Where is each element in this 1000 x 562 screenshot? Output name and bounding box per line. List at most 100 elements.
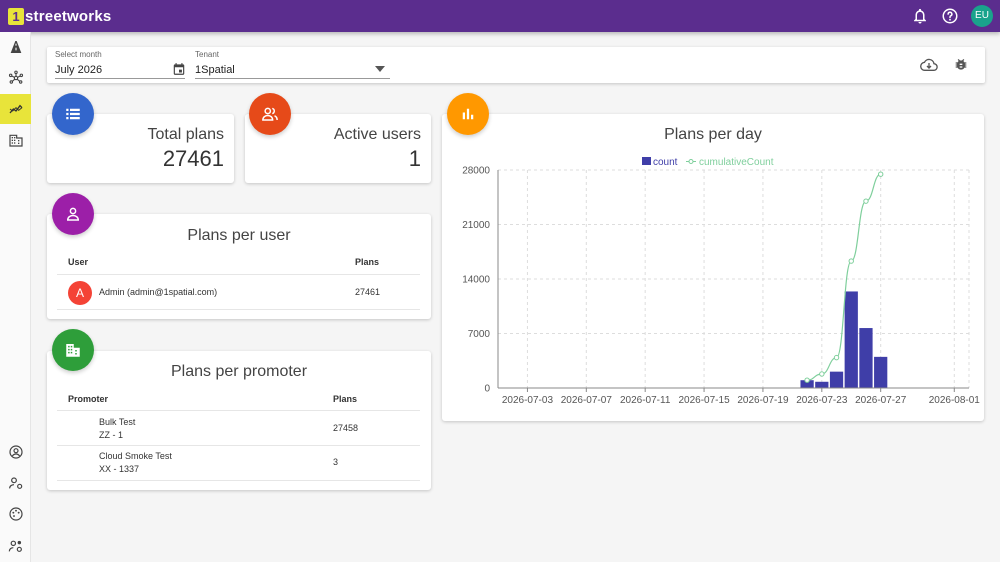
promoter-name: Bulk Test bbox=[99, 417, 136, 427]
promoter-code: ZZ - 1 bbox=[99, 430, 123, 440]
user-name: Admin (admin@1spatial.com) bbox=[99, 287, 218, 297]
promoter-code: XX - 1337 bbox=[99, 464, 140, 474]
sidebar-item-user-settings[interactable] bbox=[0, 468, 31, 498]
plans-column-header[interactable]: Plans bbox=[355, 257, 379, 267]
analytics-icon bbox=[8, 104, 22, 114]
table-row[interactable]: Cloud Smoke Test XX - 1337 3 bbox=[57, 446, 420, 480]
legend-cumulative-marker bbox=[688, 159, 694, 164]
sidebar-item-analytics[interactable] bbox=[0, 94, 31, 124]
top-app-bar: 1 streetworks EU bbox=[0, 0, 1000, 32]
calendar-icon[interactable] bbox=[172, 62, 186, 76]
app-logo[interactable]: 1 streetworks bbox=[8, 6, 111, 26]
plans-per-user-title: Plans per user bbox=[187, 227, 291, 244]
chevron-down-icon[interactable] bbox=[375, 65, 385, 73]
count-bar[interactable] bbox=[874, 356, 888, 388]
x-tick-label: 2026-07-23 bbox=[796, 395, 848, 406]
count-bar[interactable] bbox=[859, 328, 873, 388]
cumulative-point[interactable] bbox=[877, 171, 884, 177]
building-icon bbox=[66, 344, 80, 357]
plans-per-user-card: Plans per user User Plans A Admin (admin… bbox=[47, 214, 431, 319]
list-icon bbox=[66, 108, 80, 120]
promoter-plans-column-header[interactable]: Plans bbox=[333, 394, 357, 404]
help-icon[interactable] bbox=[941, 7, 959, 25]
avatar: A bbox=[68, 281, 92, 305]
count-bar[interactable] bbox=[829, 371, 844, 388]
cumulative-point[interactable] bbox=[863, 198, 869, 204]
total-plans-value: 27461 bbox=[162, 146, 224, 171]
users-icon bbox=[262, 107, 278, 121]
month-underline bbox=[55, 78, 185, 79]
month-label: Select month bbox=[55, 50, 102, 59]
table-row[interactable]: Bulk Test ZZ - 1 27458 bbox=[57, 411, 420, 445]
bell-icon[interactable] bbox=[911, 7, 929, 25]
divider bbox=[57, 309, 420, 310]
building-icon bbox=[8, 134, 23, 147]
promoter-name: Cloud Smoke Test bbox=[99, 451, 172, 461]
sidebar-item-network[interactable] bbox=[0, 63, 31, 93]
plans-per-day-card: Plans per day count cumulativeCount 0 700… bbox=[442, 114, 984, 421]
sidebar bbox=[0, 32, 31, 562]
sidebar-item-account[interactable] bbox=[0, 437, 31, 467]
x-tick-label: 2026-07-19 bbox=[737, 395, 789, 406]
divider bbox=[57, 480, 420, 481]
table-row[interactable]: A Admin (admin@1spatial.com) 27461 bbox=[57, 275, 420, 309]
promoter-plan-count: 3 bbox=[333, 457, 339, 467]
road-icon bbox=[10, 41, 21, 53]
tenant-value[interactable]: 1Spatial bbox=[195, 64, 235, 76]
user-column-header[interactable]: User bbox=[68, 257, 88, 267]
y-tick-label: 14000 bbox=[462, 275, 490, 286]
active-users-title: Active users bbox=[333, 126, 421, 143]
filter-bar: Select month July 2026 Tenant 1Spatial bbox=[47, 47, 985, 83]
x-tick-label: 2026-08-01 bbox=[929, 395, 981, 406]
count-bar[interactable] bbox=[815, 381, 829, 388]
plans-per-promoter-card: Plans per promoter Promoter Plans Bulk T… bbox=[47, 351, 431, 490]
user-group-settings-icon bbox=[8, 540, 22, 552]
count-bar[interactable] bbox=[844, 291, 858, 388]
sidebar-item-building[interactable] bbox=[0, 125, 31, 155]
x-tick-label: 2026-07-07 bbox=[561, 395, 613, 406]
plans-per-day-chart: count cumulativeCount 0 7000 14000 21000 280… bbox=[462, 157, 981, 406]
cumulative-point[interactable] bbox=[833, 354, 840, 361]
y-tick-label: 28000 bbox=[462, 166, 490, 177]
legend-count-swatch bbox=[642, 157, 651, 165]
palette-icon bbox=[8, 507, 23, 521]
logo-mark: 1 bbox=[8, 7, 24, 25]
cumulative-point[interactable] bbox=[819, 371, 825, 377]
plans-per-promoter-title: Plans per promoter bbox=[170, 363, 308, 380]
user-plan-count: 27461 bbox=[355, 287, 381, 297]
total-plans-badge bbox=[52, 93, 94, 135]
user-circle-icon bbox=[8, 445, 23, 459]
x-tick-label: 2026-07-27 bbox=[855, 395, 907, 406]
bar-chart-icon bbox=[462, 108, 474, 120]
x-tick-label: 2026-07-03 bbox=[502, 395, 554, 406]
sidebar-item-admin-users[interactable] bbox=[0, 531, 31, 561]
tenant-underline bbox=[195, 78, 390, 79]
sidebar-item-theme[interactable] bbox=[0, 499, 31, 529]
x-tick-label: 2026-07-11 bbox=[620, 395, 671, 406]
tenant-select[interactable]: Tenant 1Spatial bbox=[195, 47, 390, 83]
cumulative-point[interactable] bbox=[804, 377, 810, 383]
cumulative-point[interactable] bbox=[848, 258, 854, 264]
tenant-label: Tenant bbox=[195, 50, 220, 59]
user-settings-icon bbox=[8, 477, 22, 489]
plans-per-promoter-badge bbox=[52, 329, 94, 371]
month-value[interactable]: July 2026 bbox=[55, 64, 102, 76]
y-tick-label: 0 bbox=[484, 384, 490, 395]
logo-text: streetworks bbox=[25, 7, 112, 25]
x-tick-label: 2026-07-15 bbox=[678, 395, 730, 406]
bug-icon[interactable] bbox=[953, 57, 969, 73]
cloud-download-icon[interactable] bbox=[920, 57, 938, 73]
user-avatar[interactable]: EU bbox=[971, 5, 993, 27]
promoter-plan-count: 27458 bbox=[333, 423, 359, 433]
y-tick-label: 21000 bbox=[462, 220, 490, 231]
promoter-column-header[interactable]: Promoter bbox=[68, 394, 108, 404]
legend-count-label[interactable]: count bbox=[653, 157, 678, 168]
month-picker[interactable]: Select month July 2026 bbox=[55, 47, 185, 83]
legend-cumulative-label[interactable]: cumulativeCount bbox=[699, 157, 774, 168]
network-icon bbox=[8, 70, 23, 84]
sidebar-item-road[interactable] bbox=[0, 32, 31, 62]
total-plans-title: Total plans bbox=[147, 126, 225, 143]
y-tick-label: 7000 bbox=[468, 329, 491, 340]
active-users-badge bbox=[249, 93, 291, 135]
active-users-value: 1 bbox=[408, 146, 421, 171]
